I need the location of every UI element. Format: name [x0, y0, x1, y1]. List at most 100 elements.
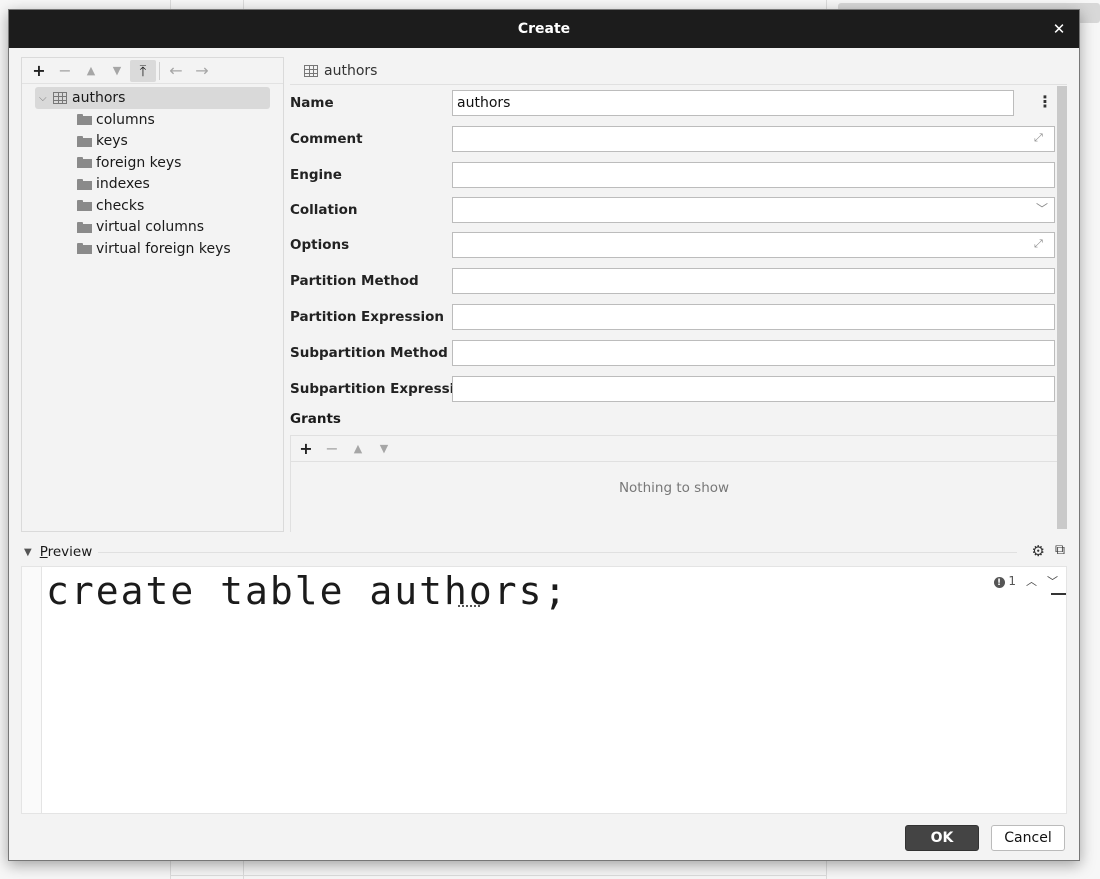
partition-method-input[interactable]: [452, 268, 1055, 294]
tree-toolbar: + − ▲ ▼ ⤒ ← →: [22, 58, 283, 84]
properties-header-label: authors: [324, 62, 378, 79]
back-arrow-icon[interactable]: ←: [163, 60, 189, 82]
tree-item-label: indexes: [96, 176, 150, 193]
field-label: Name: [290, 95, 334, 111]
table-icon: [304, 64, 318, 77]
move-down-icon[interactable]: ▼: [371, 438, 397, 460]
dialog-title: Create: [517, 21, 571, 37]
grants-table: + − ▲ ▼ Nothing to show: [290, 435, 1057, 532]
warning-underline: [458, 603, 480, 607]
ok-button[interactable]: OK: [905, 825, 979, 851]
remove-icon[interactable]: −: [52, 60, 78, 82]
object-tree: ⌵ authors columns keys foreign keys inde…: [22, 84, 283, 260]
add-icon[interactable]: +: [293, 438, 319, 460]
error-stripe-marker[interactable]: [1051, 593, 1066, 595]
subpartition-method-input[interactable]: [452, 340, 1055, 366]
folder-icon: [77, 221, 92, 233]
sql-preview-editor[interactable]: create table authors; ! 1 ︿ ﹀: [21, 566, 1067, 814]
partition-expression-input[interactable]: [452, 304, 1055, 330]
toolbar-separator: [159, 61, 160, 80]
field-label: Options: [290, 237, 350, 253]
chevron-down-icon[interactable]: ﹀: [1047, 573, 1058, 589]
properties-pane: authors Name ⋮ Comment ⤢ Engine Collatio…: [290, 57, 1067, 532]
gear-icon[interactable]: ⚙: [1032, 542, 1045, 560]
field-row-partition-expression: Partition Expression: [290, 304, 1060, 330]
tree-item-virtual-columns[interactable]: virtual columns: [22, 217, 283, 239]
empty-state-text: Nothing to show: [618, 480, 730, 496]
field-row-subpartition-method: Subpartition Method: [290, 340, 1060, 366]
tree-item-keys[interactable]: keys: [22, 131, 283, 153]
expand-icon[interactable]: ⤢: [1034, 237, 1048, 251]
folder-icon: [77, 135, 92, 147]
field-row-engine: Engine: [290, 162, 1060, 188]
sql-code: create table authors;: [46, 569, 569, 613]
field-label: Subpartition Expression: [290, 381, 474, 397]
field-label: Partition Method: [290, 273, 419, 289]
name-input[interactable]: [452, 90, 1014, 116]
tree-item-columns[interactable]: columns: [22, 109, 283, 131]
folder-icon: [77, 243, 92, 255]
move-up-icon[interactable]: ▲: [345, 438, 371, 460]
field-row-name: Name ⋮: [290, 90, 1060, 116]
expand-icon[interactable]: ⤢: [1034, 131, 1048, 145]
chevron-up-icon[interactable]: ︿: [1026, 573, 1037, 589]
tree-item-foreign-keys[interactable]: foreign keys: [22, 152, 283, 174]
more-options-icon[interactable]: ⋮: [1037, 92, 1053, 111]
tree-item-virtual-foreign-keys[interactable]: virtual foreign keys: [22, 238, 283, 260]
chevron-down-icon[interactable]: ﹀: [1036, 200, 1048, 217]
editor-gutter: [22, 567, 42, 813]
tree-item-label: checks: [96, 197, 145, 214]
tree-item-indexes[interactable]: indexes: [22, 174, 283, 196]
folder-icon: [77, 114, 92, 126]
tree-item-label: virtual columns: [96, 219, 205, 236]
background-divider: [170, 875, 826, 876]
folder-icon: [77, 200, 92, 212]
tree-root-authors[interactable]: ⌵ authors: [35, 87, 270, 109]
collation-select[interactable]: [452, 197, 1055, 223]
folder-icon: [77, 178, 92, 190]
field-row-comment: Comment ⤢: [290, 126, 1060, 152]
preview-mnemonic: P: [39, 544, 48, 560]
object-tree-pane: + − ▲ ▼ ⤒ ← → ⌵ authors columns keys for…: [21, 57, 284, 532]
remove-icon[interactable]: −: [319, 438, 345, 460]
field-row-partition-method: Partition Method: [290, 268, 1060, 294]
field-label: Comment: [290, 131, 363, 147]
forward-arrow-icon[interactable]: →: [189, 60, 215, 82]
field-label: Collation: [290, 202, 358, 218]
preview-toggle[interactable]: Preview: [40, 544, 93, 560]
preview-header: ▼ Preview ⚙ ⧉: [21, 542, 1067, 562]
preview-label-rest: review: [47, 544, 93, 560]
tree-item-checks[interactable]: checks: [22, 195, 283, 217]
move-down-icon[interactable]: ▼: [104, 60, 130, 82]
field-label: Partition Expression: [290, 309, 445, 325]
pin-top-icon[interactable]: ⤒: [130, 59, 156, 82]
properties-scrollbar[interactable]: [1057, 86, 1067, 529]
options-input[interactable]: [452, 232, 1055, 258]
field-label: Subpartition Method: [290, 345, 448, 361]
field-row-options: Options ⤢: [290, 232, 1060, 258]
create-dialog: Create ✕ + − ▲ ▼ ⤒ ← → ⌵ authors columns: [8, 9, 1080, 861]
chevron-down-icon[interactable]: ⌵: [39, 93, 53, 104]
field-row-collation: Collation ﹀: [290, 197, 1060, 223]
tree-root-label: authors: [72, 90, 126, 106]
collapse-triangle-icon[interactable]: ▼: [24, 547, 32, 558]
close-icon[interactable]: ✕: [1049, 19, 1069, 39]
tree-item-label: foreign keys: [96, 154, 182, 171]
grants-toolbar: + − ▲ ▼: [291, 436, 1057, 462]
engine-input[interactable]: [452, 162, 1055, 188]
add-icon[interactable]: +: [26, 60, 52, 82]
cancel-button[interactable]: Cancel: [991, 825, 1065, 851]
tree-item-label: keys: [96, 133, 128, 150]
subpartition-expression-input[interactable]: [452, 376, 1055, 402]
preview-separator: [98, 551, 1017, 553]
grants-label: Grants: [290, 411, 341, 427]
field-row-subpartition-expression: Subpartition Expression: [290, 376, 1060, 402]
comment-input[interactable]: [452, 126, 1055, 152]
inspections-widget[interactable]: ! 1 ︿ ﹀: [993, 573, 1058, 589]
dialog-titlebar: Create ✕: [9, 10, 1079, 48]
move-up-icon[interactable]: ▲: [78, 60, 104, 82]
tree-item-label: virtual foreign keys: [96, 240, 231, 257]
properties-header: authors: [290, 57, 1067, 85]
popout-icon[interactable]: ⧉: [1055, 542, 1065, 558]
tree-item-label: columns: [96, 111, 155, 128]
